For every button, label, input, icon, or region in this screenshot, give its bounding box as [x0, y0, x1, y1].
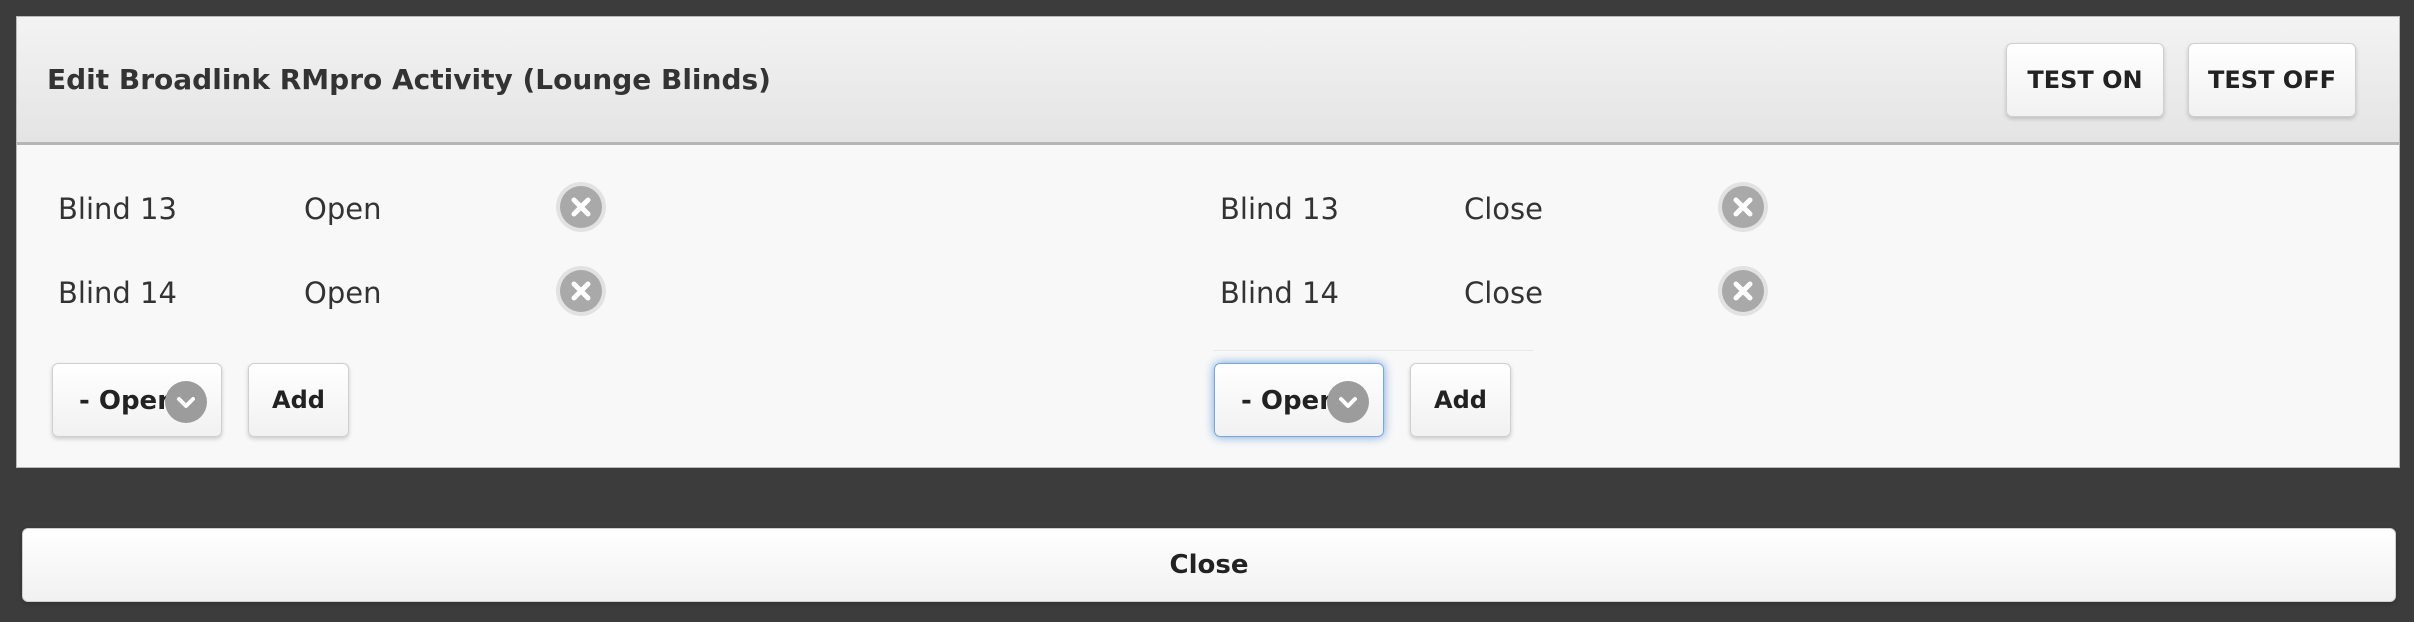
on-row-1-command: Open	[304, 192, 382, 226]
off-row-1-device: Blind 13	[1220, 192, 1339, 226]
on-row-2-command: Open	[304, 276, 382, 310]
on-command-select-value: - Open	[79, 386, 176, 416]
on-row-1-device: Blind 13	[58, 192, 177, 226]
off-command-select-value: - Open	[1241, 386, 1338, 416]
off-row-2-device: Blind 14	[1220, 276, 1339, 310]
on-row-1-delete-icon[interactable]	[556, 182, 606, 232]
off-row-1-command: Close	[1464, 192, 1543, 226]
on-row-2-delete-icon[interactable]	[556, 266, 606, 316]
chevron-down-icon	[1327, 381, 1369, 423]
off-row-2-command: Close	[1464, 276, 1543, 310]
panel-header: Edit Broadlink RMpro Activity (Lounge Bl…	[17, 17, 2399, 145]
test-off-button[interactable]: TEST OFF	[2188, 43, 2356, 117]
on-command-select[interactable]: - Open	[52, 363, 222, 437]
off-add-button[interactable]: Add	[1410, 363, 1511, 437]
close-button[interactable]: Close	[22, 528, 2396, 602]
page-title: Edit Broadlink RMpro Activity (Lounge Bl…	[47, 63, 771, 96]
divider	[1213, 350, 1533, 351]
on-add-button[interactable]: Add	[248, 363, 349, 437]
off-command-select[interactable]: - Open	[1214, 363, 1384, 437]
off-row-2-delete-icon[interactable]	[1718, 266, 1768, 316]
activity-panel: Edit Broadlink RMpro Activity (Lounge Bl…	[16, 16, 2400, 468]
test-on-button[interactable]: TEST ON	[2006, 43, 2164, 117]
off-row-1-delete-icon[interactable]	[1718, 182, 1768, 232]
on-row-2-device: Blind 14	[58, 276, 177, 310]
chevron-down-icon	[165, 381, 207, 423]
